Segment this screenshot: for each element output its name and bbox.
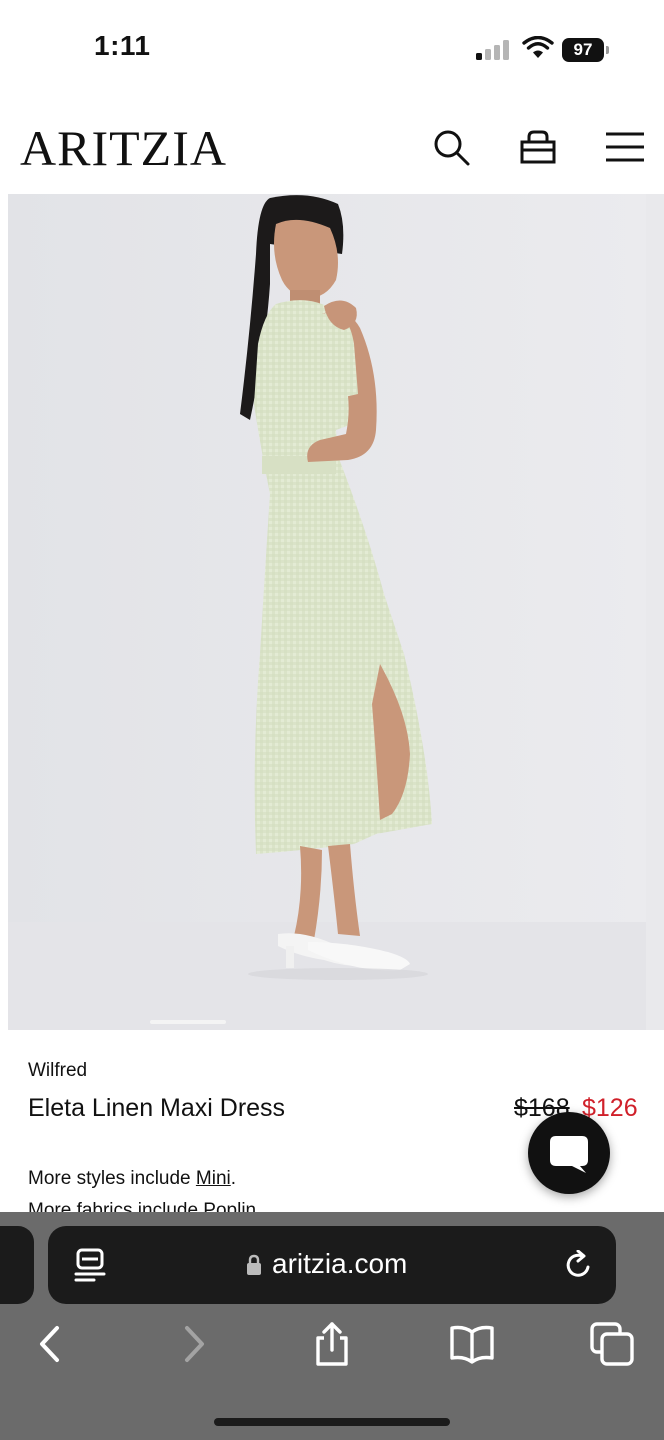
back-icon[interactable]: [30, 1322, 74, 1366]
product-image[interactable]: [8, 194, 646, 1030]
more-styles-prefix: More styles include: [28, 1168, 196, 1189]
status-bar: 1:11 97: [0, 0, 664, 100]
more-styles-suffix: .: [230, 1168, 237, 1189]
browser-toolbar: aritzia.com: [0, 1212, 664, 1440]
battery-icon: 97: [562, 38, 610, 62]
lock-icon: [247, 1254, 261, 1275]
battery-level: 97: [562, 38, 604, 62]
signal-icon: [476, 40, 509, 60]
url-bar[interactable]: aritzia.com: [48, 1226, 616, 1304]
tabs-icon[interactable]: [590, 1322, 634, 1366]
site-header: ARITZIA: [0, 100, 664, 194]
url-text[interactable]: aritzia.com: [272, 1248, 407, 1280]
model-illustration: [8, 194, 646, 1030]
brand-logo[interactable]: ARITZIA: [20, 120, 227, 176]
hamburger-menu-icon[interactable]: [604, 128, 644, 168]
reload-icon[interactable]: [564, 1250, 594, 1280]
status-time: 1:11: [94, 30, 151, 61]
shopping-bag-icon[interactable]: [518, 128, 558, 168]
next-image-peek[interactable]: [646, 194, 664, 1030]
more-fabrics-text: More fabrics include Poplin.: [28, 1200, 262, 1212]
forward-icon[interactable]: [172, 1322, 216, 1366]
share-icon[interactable]: [310, 1322, 354, 1366]
bookmarks-icon[interactable]: [450, 1322, 494, 1366]
image-carousel-indicator: [150, 1020, 226, 1024]
mini-style-link[interactable]: Mini: [196, 1168, 231, 1189]
previous-tab-peek[interactable]: [0, 1226, 34, 1304]
wifi-icon: [522, 36, 554, 58]
chat-button[interactable]: [528, 1112, 610, 1194]
home-indicator: [214, 1418, 450, 1426]
product-name: Eleta Linen Maxi Dress: [28, 1094, 286, 1122]
chat-bubble-icon: [550, 1136, 588, 1173]
reader-mode-icon[interactable]: [74, 1248, 106, 1282]
more-styles-text: More styles include Mini.: [28, 1168, 236, 1190]
product-brand[interactable]: Wilfred: [28, 1060, 87, 1082]
search-icon[interactable]: [432, 128, 472, 168]
